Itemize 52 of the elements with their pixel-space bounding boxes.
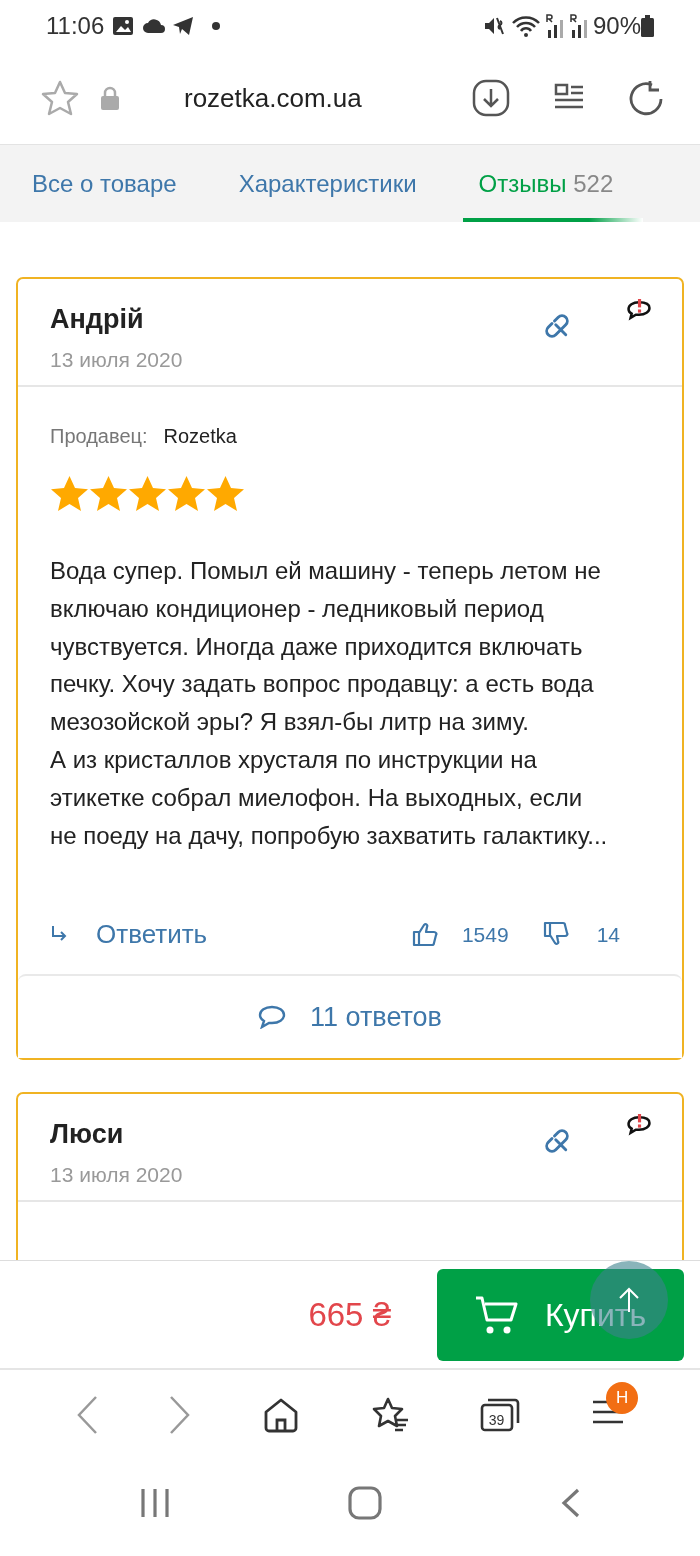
review-text: Вода супер. Помыл ей машину - теперь летом не включаю кондиционер - ледниковый период чувствуется. Иногда даже приходится включать печку. Хочу задать вопрос продавцу: а есть вода мезозойской эры? Я взял-бы литр на зиму. А из кристаллов хрусталя по инструкции на этикетке собрал миелофон. На выходных, если не поеду на дачу, попробую захватить галактику...: [50, 556, 609, 851]
seller-label: Продавец:: [50, 424, 148, 449]
reload-icon[interactable]: [628, 80, 664, 116]
buy-button[interactable]: Купить: [437, 1268, 684, 1361]
author-name: Андрій: [50, 303, 145, 336]
link-icon[interactable]: [542, 311, 572, 341]
tab[interactable]: Характеристики: [222, 145, 433, 222]
paper-plane-icon: [172, 16, 195, 36]
replies-button[interactable]: 11 ответов: [18, 974, 682, 1059]
tab[interactable]: Все о товаре: [16, 145, 193, 222]
dislike-count[interactable]: 14: [596, 918, 620, 951]
mute-vibrate-icon: [482, 15, 505, 37]
thumbs-down-icon[interactable]: [542, 921, 569, 948]
star-icon: [167, 475, 206, 512]
bookmarks-icon[interactable]: [370, 1396, 409, 1434]
review-date: 13 июля 2020: [50, 346, 184, 373]
star-icon: [89, 475, 128, 512]
report-icon[interactable]: [626, 299, 652, 321]
reply-link[interactable]: Ответить: [96, 914, 208, 954]
seller-name: Rozetka: [163, 424, 237, 449]
image-icon: [112, 16, 135, 36]
thumbs-up-icon[interactable]: [411, 921, 438, 948]
notification-badge: H: [606, 1381, 639, 1414]
download-icon[interactable]: [472, 79, 510, 117]
like-count[interactable]: 1549: [461, 918, 509, 951]
battery-level: 90%: [592, 11, 641, 41]
recent-apps-icon[interactable]: [140, 1488, 170, 1518]
price-text: 665 ₴: [308, 1294, 391, 1335]
tabs-button[interactable]: 39: [480, 1398, 521, 1432]
signal-icon: [544, 14, 565, 38]
back-icon[interactable]: [560, 1488, 580, 1518]
author-name: Люси: [50, 1118, 125, 1152]
wifi-icon: [510, 15, 541, 37]
url-text[interactable]: rozetka.com.ua: [184, 78, 362, 118]
home-icon[interactable]: [263, 1397, 300, 1433]
star-icon: [50, 475, 89, 512]
tabs-icon: [480, 1398, 521, 1432]
report-icon[interactable]: [626, 1114, 652, 1137]
dot-icon: [212, 22, 221, 30]
star-icon: [206, 475, 245, 512]
lock-icon: [100, 86, 120, 110]
star-icon: [128, 475, 167, 512]
clock-time: 11:06: [46, 11, 105, 41]
cloud-icon: [142, 18, 167, 34]
signal-icon: [568, 14, 589, 38]
star-icon[interactable]: [40, 79, 80, 117]
back-icon[interactable]: [75, 1395, 98, 1435]
home-button-icon[interactable]: [348, 1486, 382, 1520]
review-date: 13 июля 2020: [50, 1161, 184, 1188]
forward-icon[interactable]: [169, 1395, 192, 1435]
battery-icon: [641, 15, 654, 37]
speech-bubble-icon: [258, 1005, 287, 1030]
